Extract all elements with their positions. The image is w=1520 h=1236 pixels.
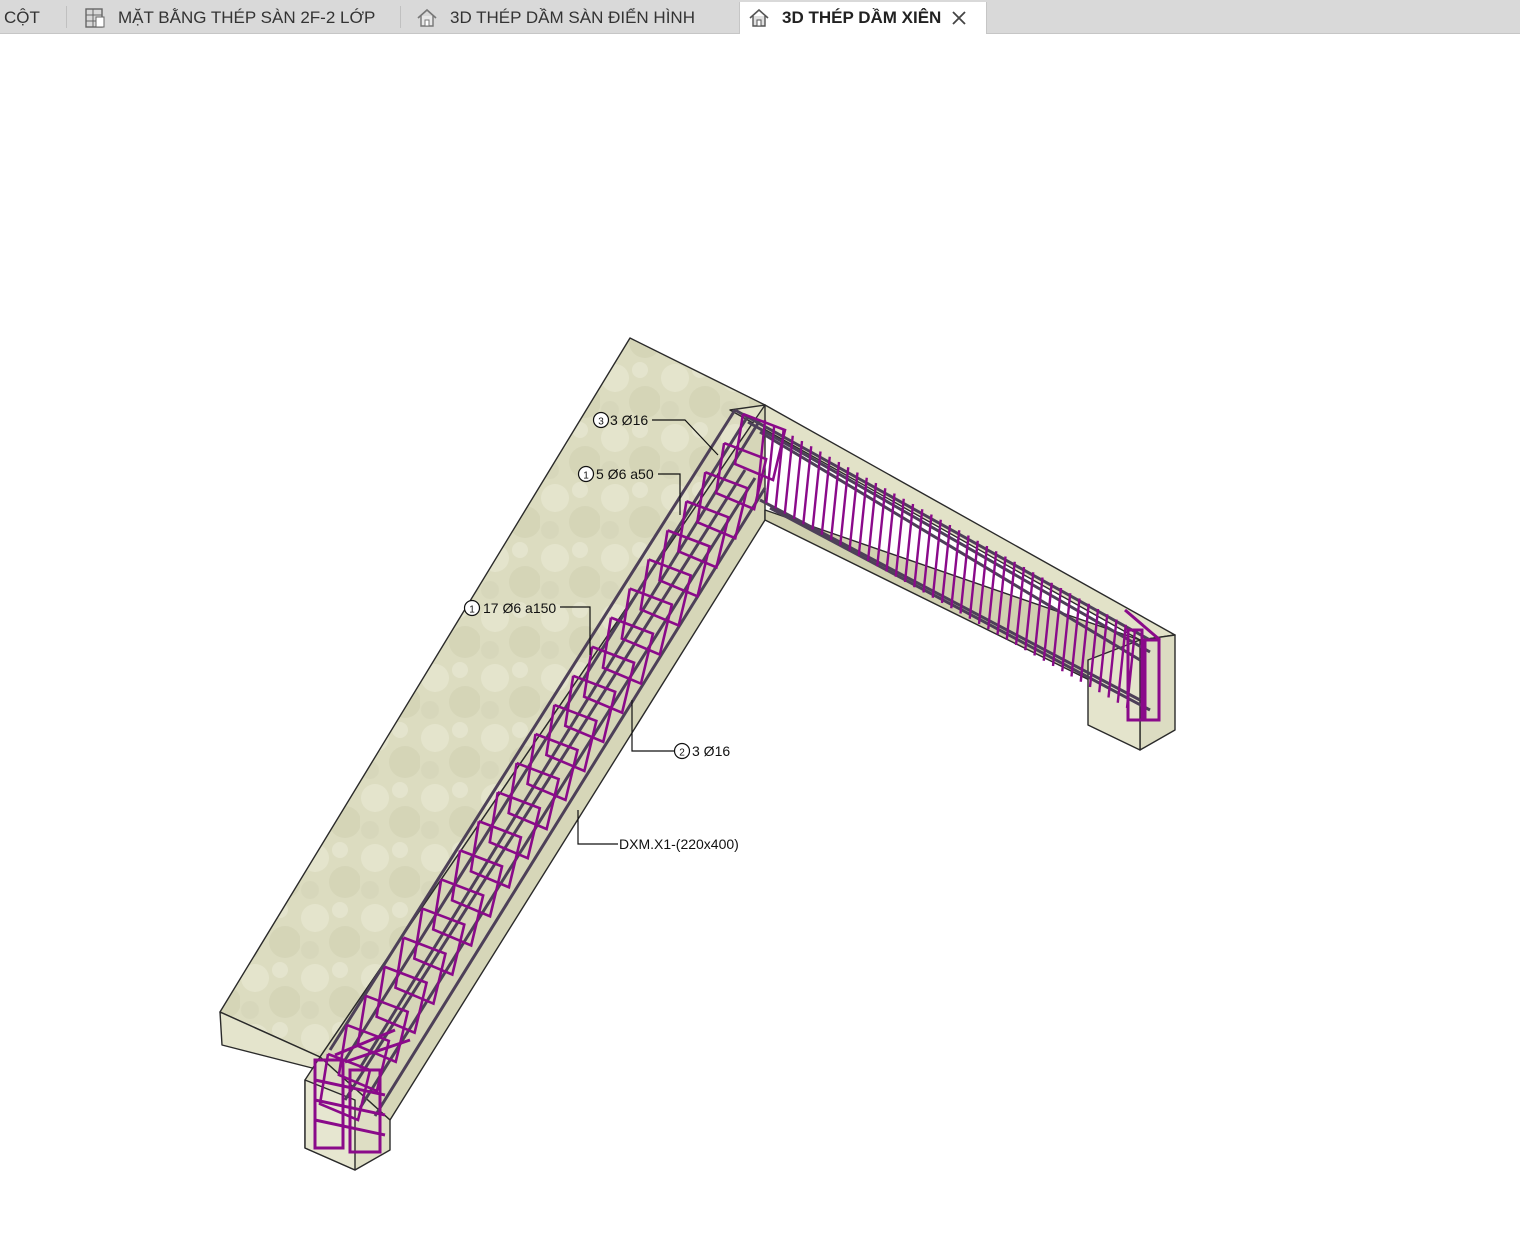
stirrup [848, 472, 859, 551]
tab-3d-thep-dam-san[interactable]: 3D THÉP DẦM SÀN ĐIỂN HÌNH [416, 2, 726, 34]
tab-label: 3D THÉP DẦM XIÊN [782, 8, 942, 27]
house-3d-icon [748, 7, 770, 29]
tag-number: 3 [598, 417, 604, 428]
house-3d-icon [416, 7, 438, 29]
tag-beam-name[interactable]: DXM.X1-(220x400) [577, 810, 739, 852]
stirrup [839, 467, 850, 546]
tag-stirrup-normal-text: 17 Ø6 a150 [483, 600, 556, 616]
floor-plan-icon [84, 7, 106, 29]
tab-label: MẶT BẰNG THÉP SÀN 2F-2 LỚP [118, 8, 376, 27]
tag-stirrup-dense-text: 5 Ø6 a50 [596, 466, 654, 482]
tab-divider [400, 6, 401, 28]
tag-number: 1 [469, 605, 475, 616]
tag-number: 2 [679, 748, 685, 759]
3d-view-canvas[interactable]: 3 3 Ø16 1 5 Ø6 a50 1 17 Ø6 a150 2 3 Ø16 [0, 34, 1520, 1231]
beam-name-text: DXM.X1-(220x400) [619, 836, 739, 852]
tab-label: CỘT [4, 8, 40, 27]
tab-cot[interactable]: CỘT [0, 2, 60, 34]
close-icon[interactable] [951, 10, 967, 26]
beam-3d-model: 3 3 Ø16 1 5 Ø6 a50 1 17 Ø6 a150 2 3 Ø16 [219, 337, 1176, 1171]
tag-top-bar-text: 3 Ø16 [610, 412, 648, 428]
tab-3d-thep-dam-xien[interactable]: 3D THÉP DẦM XIÊN [739, 2, 987, 34]
tab-divider [66, 6, 67, 28]
tab-label: 3D THÉP DẦM SÀN ĐIỂN HÌNH [450, 8, 695, 27]
tab-mat-bang-thep-san[interactable]: MẶT BẰNG THÉP SÀN 2F-2 LỚP [84, 2, 384, 34]
view-tab-bar: CỘT MẶT BẰNG THÉP SÀN 2F-2 LỚP 3D THÉP D… [0, 0, 1520, 34]
tag-bottom-bar-text: 3 Ø16 [692, 743, 730, 759]
tag-number: 1 [583, 471, 589, 482]
